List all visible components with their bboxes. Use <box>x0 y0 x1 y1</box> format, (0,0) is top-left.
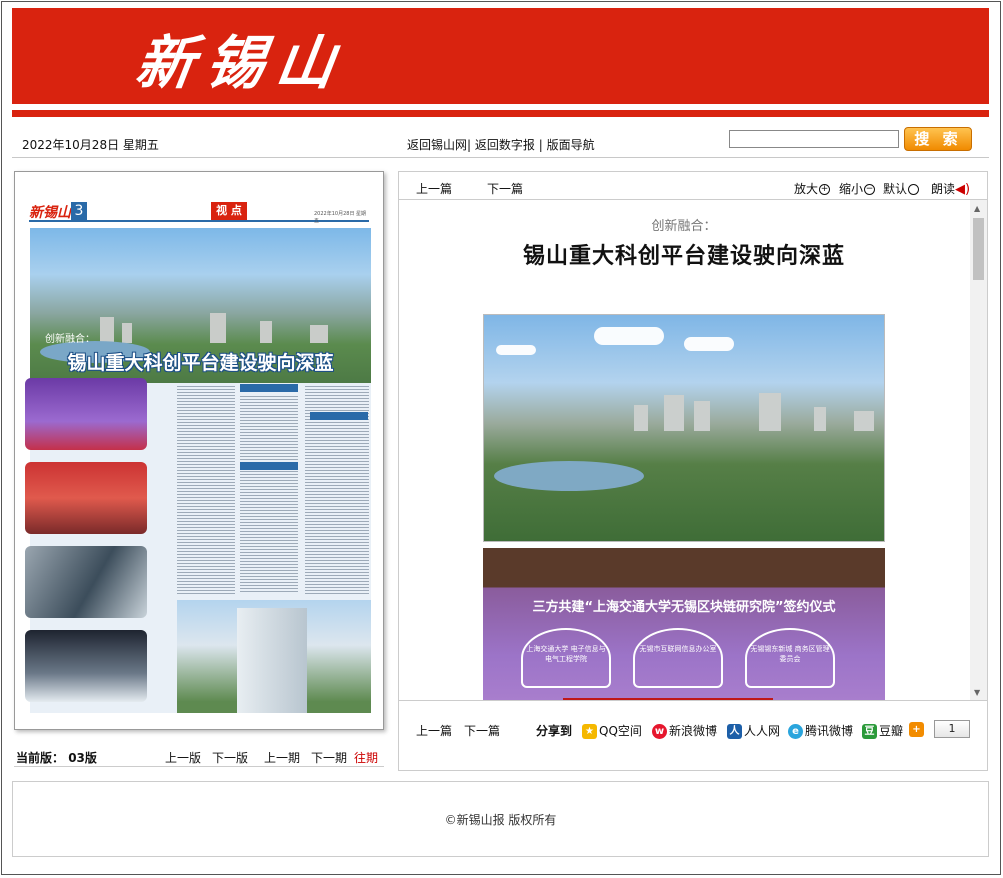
zoom-in-button[interactable]: 放大 + <box>794 180 831 197</box>
article-content[interactable]: 创新融合： 锡山重大科创平台建设驶向深蓝 三方共建“上海交通大学无锡区块链研究院… <box>399 200 987 701</box>
search-input[interactable] <box>729 130 899 148</box>
top-links: 返回锡山网| 返回数字报 | 版面导航 <box>407 136 595 153</box>
next-article-link-bottom[interactable]: 下一篇 <box>464 722 500 739</box>
minus-icon: − <box>864 184 876 195</box>
page-navigation: 当前版： 03版 上一版 下一版 上一期 下一期 往期 <box>14 745 384 767</box>
thumbnail-date: 2022年10月28日 星期五 <box>314 211 367 224</box>
default-size-button[interactable]: 默认 <box>883 180 920 197</box>
scrollbar-thumb[interactable] <box>973 218 984 280</box>
current-edition-value: 03版 <box>68 751 97 765</box>
share-weibo[interactable]: w 新浪微博 <box>652 722 717 739</box>
masthead-logo: 新锡山 <box>131 29 352 97</box>
share-weibo-label: 新浪微博 <box>669 724 718 738</box>
read-aloud-button[interactable]: 朗读◀) <box>931 180 970 197</box>
article-headline: 锡山重大科创平台建设驶向深蓝 <box>522 244 845 269</box>
prev-article-link[interactable]: 上一篇 <box>416 180 452 197</box>
link-separator: | <box>534 138 547 152</box>
article-bottom-bar: 上一篇 下一篇 分享到 ★ QQ空间 w 新浪微博 人人人网 e 腾讯微博 豆豆瓣 +… <box>399 720 987 742</box>
share-tencent-weibo[interactable]: e 腾讯微博 <box>788 722 853 739</box>
signing-table <box>563 698 773 700</box>
share-tencent-label: 腾讯微博 <box>805 724 854 738</box>
read-aloud-label: 朗读 <box>931 182 956 196</box>
qzone-icon: ★ <box>582 724 597 739</box>
circle-icon <box>908 184 920 195</box>
share-counter: 1 <box>934 720 970 738</box>
thumbnail-heading-box <box>310 412 368 420</box>
share-renren-label: 人人网 <box>744 724 781 738</box>
thumbnail-logo: 新锡山 <box>29 205 71 221</box>
next-edition-link[interactable]: 下一版 <box>212 749 248 766</box>
thumbnail-photo-signing[interactable] <box>25 378 147 450</box>
signing-sign: 无锡锡东新城 商务区管理委员会 <box>745 628 835 688</box>
signing-sign: 上海交通大学 电子信息与电气工程学院 <box>521 628 611 688</box>
masthead-divider <box>12 110 989 117</box>
zoom-out-label: 缩小 <box>839 182 864 196</box>
thumbnail-photo-lab[interactable] <box>25 546 147 618</box>
article-photo-signing: 三方共建“上海交通大学无锡区块链研究院”签约仪式 上海交通大学 电子信息与电气工… <box>483 548 885 700</box>
zoom-out-button[interactable]: 缩小 − <box>839 180 876 197</box>
prev-issue-link[interactable]: 上一期 <box>264 749 300 766</box>
link-xishan-home[interactable]: 返回锡山网 <box>407 138 467 152</box>
share-douban[interactable]: 豆豆瓣 <box>862 722 903 739</box>
thumbnail-title: 锡山重大科创平台建设驶向深蓝 <box>67 352 334 374</box>
scroll-down-icon[interactable]: ▼ <box>974 688 980 697</box>
thumbnail-photo-stage[interactable] <box>25 462 147 534</box>
thumbnail-heading-box <box>240 384 298 392</box>
weibo-icon: w <box>652 724 667 739</box>
tencent-weibo-icon: e <box>788 724 803 739</box>
share-qzone-label: QQ空间 <box>599 724 642 738</box>
issue-date: 2022年10月28日 星期五 <box>22 138 159 152</box>
link-digital-paper[interactable]: 返回数字报 <box>475 138 535 152</box>
top-bar: 2022年10月28日 星期五 返回锡山网| 返回数字报 | 版面导航 搜 索 <box>12 124 989 158</box>
prev-edition-link[interactable]: 上一版 <box>165 749 201 766</box>
past-issues-link[interactable]: 往期 <box>354 749 378 766</box>
share-douban-label: 豆瓣 <box>879 724 904 738</box>
thumbnail-text-column[interactable] <box>177 384 235 594</box>
renren-icon: 人 <box>727 724 742 739</box>
current-edition-label: 当前版： <box>16 751 65 765</box>
thumbnail-heading-box <box>240 462 298 470</box>
scroll-up-icon[interactable]: ▲ <box>974 204 980 213</box>
thumbnail-subtitle: 创新融合： <box>45 334 95 345</box>
share-qzone[interactable]: ★ QQ空间 <box>582 722 642 739</box>
thumbnail-photo-building[interactable] <box>177 600 371 713</box>
article-scrollbar[interactable]: ▲ ▼ <box>970 200 987 700</box>
article-kicker: 创新融合： <box>651 219 717 234</box>
thumbnail-header: 新锡山 3 视 点 2022年10月28日 星期五 <box>29 202 369 224</box>
page-thumbnail[interactable]: 新锡山 3 视 点 2022年10月28日 星期五 创新融合： 锡山重大科创平台… <box>14 171 384 730</box>
share-more[interactable]: + <box>909 722 926 737</box>
signing-sign: 无锡市互联网信息办公室 <box>633 628 723 688</box>
thumbnail-text-column[interactable] <box>240 394 298 594</box>
article-panel: 上一篇 下一篇 放大 + 缩小 − 默认 朗读◀) 创新融合： 锡山重大科创平台建设… <box>398 171 988 771</box>
prev-article-link-bottom[interactable]: 上一篇 <box>416 722 452 739</box>
next-issue-link[interactable]: 下一期 <box>311 749 347 766</box>
plus-icon: + <box>819 184 831 195</box>
copyright-text: ©新锡山报 版权所有 <box>444 813 557 827</box>
article-photo-aerial <box>483 314 885 542</box>
article-toolbar: 上一篇 下一篇 放大 + 缩小 − 默认 朗读◀) <box>399 172 987 200</box>
signing-banner-text: 三方共建“上海交通大学无锡区块链研究院”签约仪式 <box>532 600 836 615</box>
zoom-in-label: 放大 <box>794 182 819 196</box>
share-label: 分享到 <box>536 724 573 738</box>
next-article-link[interactable]: 下一篇 <box>487 180 523 197</box>
footer: ©新锡山报 版权所有 <box>12 781 989 857</box>
speaker-icon: ◀) <box>955 182 971 197</box>
current-edition: 当前版： 03版 <box>16 749 97 766</box>
share-renren[interactable]: 人人人网 <box>727 722 780 739</box>
thumbnail-section-tag: 视 点 <box>211 202 247 220</box>
link-separator: | <box>467 138 475 152</box>
douban-icon: 豆 <box>862 724 877 739</box>
masthead-banner: 新锡山 <box>12 8 989 104</box>
search-button[interactable]: 搜 索 <box>904 127 972 151</box>
plus-more-icon: + <box>909 722 924 737</box>
thumbnail-page-number: 3 <box>71 202 87 220</box>
default-size-label: 默认 <box>883 182 908 196</box>
link-page-navigation[interactable]: 版面导航 <box>547 138 595 152</box>
thumbnail-photo-hall[interactable] <box>25 630 147 702</box>
